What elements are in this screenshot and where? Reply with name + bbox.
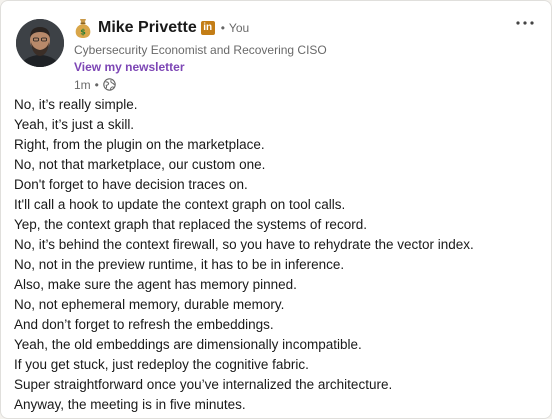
post-meta: 1m • <box>74 76 494 93</box>
post-line: No, not ephemeral memory, durable memory… <box>14 297 285 312</box>
post-line: Right, from the plugin on the marketplac… <box>14 137 265 152</box>
post-body: No, it’s really simple. Yeah, it’s just … <box>14 95 544 415</box>
post-line: It'll call a hook to update the context … <box>14 197 346 212</box>
separator-dot: • <box>220 21 225 35</box>
globe-icon <box>103 78 116 91</box>
author-name-row: $ Mike Privette in • You <box>74 15 494 41</box>
meta-separator-dot: • <box>94 77 99 92</box>
author-name[interactable]: Mike Privette <box>98 15 197 41</box>
post-line: No, not that marketplace, our custom one… <box>14 157 266 172</box>
svg-text:$: $ <box>80 28 86 37</box>
linkedin-premium-badge-icon: in <box>200 21 215 35</box>
post-line: No, not in the preview runtime, it has t… <box>14 257 345 272</box>
post-time[interactable]: 1m <box>74 78 91 92</box>
post-card: $ Mike Privette in • You Cybersecurity E… <box>0 0 552 419</box>
ellipsis-icon <box>516 21 534 25</box>
money-bag-icon: $ <box>74 17 92 39</box>
post-line: If you get stuck, just redeploy the cogn… <box>14 357 309 372</box>
post-line: No, it’s behind the context firewall, so… <box>14 237 474 252</box>
post-line: Yeah, the old embeddings are dimensional… <box>14 337 362 352</box>
view-newsletter-link[interactable]: View my newsletter <box>74 59 494 75</box>
post-line: Yeah, it’s just a skill. <box>14 117 135 132</box>
post-line: Anyway, the meeting is in five minutes. <box>14 397 246 412</box>
post-line: Super straightforward once you’ve intern… <box>14 377 393 392</box>
post-line: Don't forget to have decision traces on. <box>14 177 248 192</box>
post-line: And don’t forget to refresh the embeddin… <box>14 317 274 332</box>
avatar-photo <box>16 19 64 67</box>
post-line: Also, make sure the agent has memory pin… <box>14 277 297 292</box>
relation-label: You <box>228 21 250 35</box>
author-headline: Cybersecurity Economist and Recovering C… <box>74 43 327 57</box>
post-line: Yep, the context graph that replaced the… <box>14 217 367 232</box>
more-options-button[interactable] <box>513 13 537 33</box>
post-line: No, it’s really simple. <box>14 97 138 112</box>
author-avatar[interactable] <box>16 19 64 67</box>
post-header: $ Mike Privette in • You Cybersecurity E… <box>74 15 494 93</box>
